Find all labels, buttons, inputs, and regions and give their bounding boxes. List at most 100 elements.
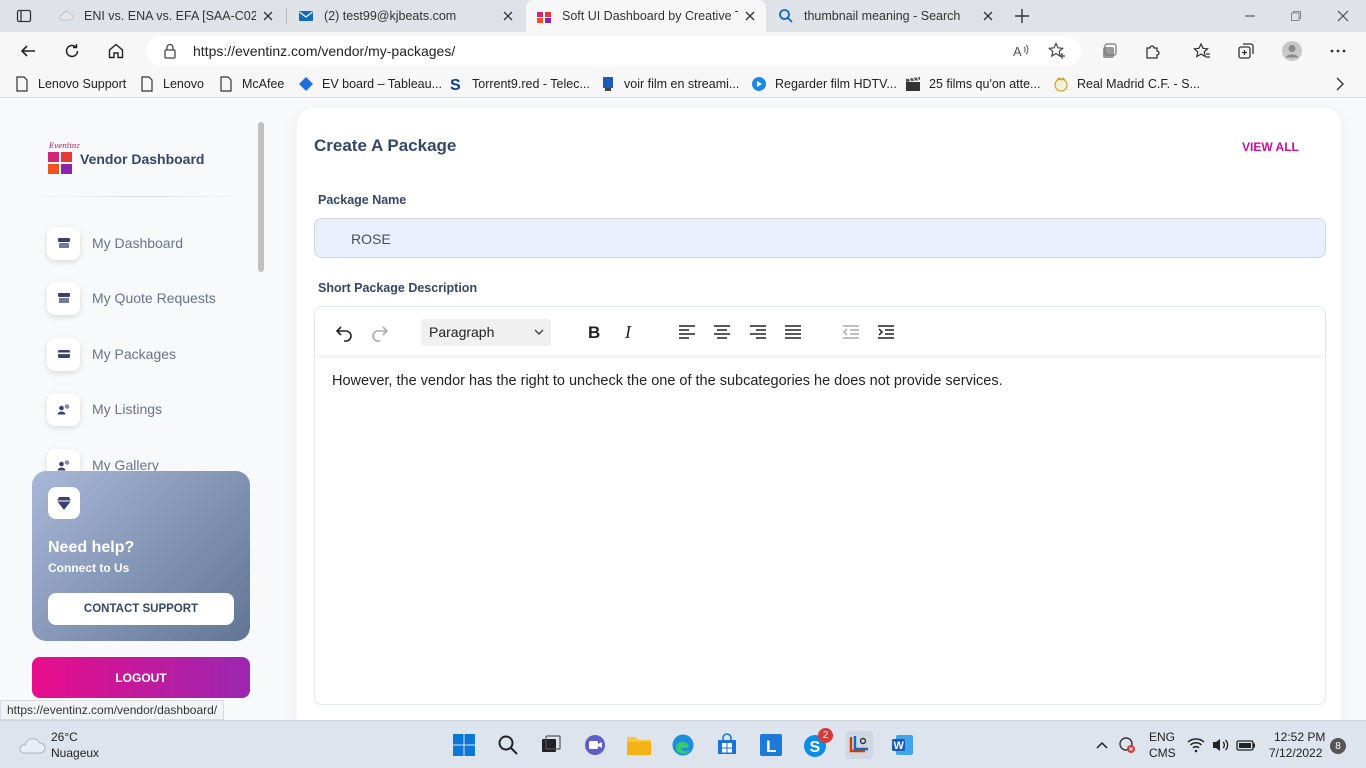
bookmark-ev-board[interactable]: EV board – Tableau... (298, 70, 442, 98)
skype-badge: 2 (818, 728, 833, 743)
contact-support-button[interactable]: CONTACT SUPPORT (48, 593, 234, 625)
close-icon[interactable] (262, 10, 274, 22)
outdent-icon[interactable] (840, 321, 862, 343)
language-indicator[interactable]: ENG (1149, 730, 1175, 744)
bookmark-torrent9[interactable]: S Torrent9.red - Telec... (448, 70, 590, 98)
browser-toolbar: https://eventinz.com/vendor/my-packages/… (0, 32, 1366, 70)
url-text: https://eventinz.com/vendor/my-packages/ (193, 43, 456, 59)
sidebar-item-my-listings[interactable]: My Listings (47, 392, 162, 426)
new-tab-plus-icon[interactable] (1012, 6, 1032, 26)
bold-icon[interactable]: B (583, 321, 605, 343)
back-arrow-icon[interactable] (16, 39, 40, 63)
word-icon[interactable]: W (889, 731, 917, 759)
home-icon[interactable] (104, 39, 128, 63)
rich-text-editor[interactable]: Paragraph B I However, the vendor has th… (314, 306, 1326, 705)
chevron-right-icon[interactable] (1332, 76, 1348, 92)
page-icon (218, 76, 234, 92)
sidebar-scrollbar[interactable] (258, 122, 264, 272)
task-view-icon[interactable] (537, 731, 565, 759)
sidebar-item-my-dashboard[interactable]: My Dashboard (47, 226, 183, 260)
extensions-puzzle-icon[interactable] (1141, 39, 1165, 63)
sidebar-item-label: My Dashboard (92, 235, 184, 251)
brand[interactable]: Eventinz Vendor Dashboard (47, 142, 204, 176)
bookmark-voir-film[interactable]: voir film en streami... (600, 70, 739, 98)
file-explorer-icon[interactable] (625, 731, 653, 759)
svg-text:S: S (810, 739, 821, 756)
sidebar-item-label: My Quote Requests (92, 290, 216, 306)
input-method-indicator[interactable]: CMS (1149, 746, 1176, 760)
indent-icon[interactable] (875, 321, 897, 343)
cloud-favicon-icon (58, 8, 74, 24)
refresh-icon[interactable] (60, 39, 84, 63)
align-center-icon[interactable] (711, 321, 733, 343)
add-favorite-star-icon[interactable] (1048, 42, 1066, 60)
more-menu-icon[interactable] (1326, 39, 1350, 63)
close-icon[interactable] (982, 10, 994, 22)
align-right-icon[interactable] (747, 321, 769, 343)
battery-icon[interactable] (1236, 735, 1256, 755)
tab-outlook-mail[interactable]: (2) test99@kjbeats.com (288, 0, 524, 32)
collections-stack-icon[interactable] (1097, 39, 1121, 63)
redo-icon[interactable] (369, 321, 391, 343)
lock-icon[interactable] (163, 43, 177, 59)
eventinz-logo-icon: Eventinz (47, 142, 80, 176)
window-close-icon[interactable] (1333, 8, 1353, 24)
undo-icon[interactable] (333, 321, 355, 343)
bookmark-lenovo-support[interactable]: Lenovo Support (14, 70, 126, 98)
security-status-icon[interactable] (1117, 735, 1137, 755)
logout-button[interactable]: LOGOUT (32, 657, 250, 698)
bookmark-label: Lenovo (163, 77, 205, 91)
bookmark-label: voir film en streami... (624, 77, 740, 91)
bookmark-mcafee[interactable]: McAfee (218, 70, 284, 98)
address-bar[interactable]: https://eventinz.com/vendor/my-packages/… (146, 36, 1081, 66)
tab-actions-icon[interactable] (16, 8, 32, 24)
teams-chat-icon[interactable] (581, 731, 609, 759)
clock-time[interactable]: 12:52 PM (1274, 730, 1325, 744)
read-aloud-icon[interactable]: A (1012, 42, 1030, 60)
profile-avatar-icon[interactable] (1280, 39, 1304, 63)
sidebar: Eventinz Vendor Dashboard My Dashboard M… (0, 98, 265, 720)
package-name-input[interactable]: ROSE (314, 218, 1326, 258)
edge-browser-icon[interactable] (669, 731, 697, 759)
l-app-icon[interactable]: L (757, 731, 785, 759)
package-name-label: Package Name (318, 193, 407, 207)
close-icon[interactable] (744, 10, 756, 22)
bookmark-25-films[interactable]: 25 films qu'on atte... (905, 70, 1040, 98)
tab-label: thumbnail meaning - Search (804, 9, 961, 23)
italic-icon[interactable]: I (618, 321, 640, 343)
restore-icon[interactable] (1286, 8, 1306, 24)
volume-icon[interactable] (1211, 735, 1231, 755)
sidebar-item-my-packages[interactable]: My Packages (47, 337, 176, 371)
weather-description[interactable]: Nuageux (51, 746, 99, 760)
clock-date[interactable]: 7/12/2022 (1269, 746, 1322, 760)
sidebar-item-my-quote-requests[interactable]: My Quote Requests (47, 281, 216, 315)
chevron-up-icon[interactable] (1094, 737, 1110, 753)
tab-bing-search[interactable]: thumbnail meaning - Search (768, 0, 1004, 32)
bookmark-regarder-film[interactable]: Regarder film HDTV... (751, 70, 897, 98)
weather-cloud-icon[interactable] (16, 733, 46, 757)
svg-text:I: I (624, 322, 632, 342)
snipping-tool-icon[interactable] (845, 731, 873, 759)
weather-temp[interactable]: 26°C (51, 730, 78, 744)
windows-start-icon[interactable] (450, 731, 478, 759)
chevron-down-icon (533, 326, 545, 338)
align-left-icon[interactable] (676, 321, 698, 343)
block-format-select[interactable]: Paragraph (421, 319, 551, 346)
minimize-icon[interactable] (1240, 8, 1260, 24)
microsoft-store-icon[interactable] (713, 731, 741, 759)
wifi-icon[interactable] (1186, 735, 1206, 755)
bookmark-lenovo[interactable]: Lenovo (139, 70, 204, 98)
favorites-star-icon[interactable] (1190, 39, 1214, 63)
tab-eni-ena-efa[interactable]: ENI vs. ENA vs. EFA [SAA-C02] - A (48, 0, 284, 32)
editor-content[interactable]: However, the vendor has the right to unc… (332, 373, 1003, 389)
align-justify-icon[interactable] (782, 321, 804, 343)
notification-badge[interactable]: 8 (1330, 738, 1346, 754)
tab-soft-ui-dashboard[interactable]: Soft UI Dashboard by Creative Ti (526, 0, 766, 32)
bookmark-real-madrid[interactable]: Real Madrid C.F. - S... (1053, 70, 1200, 98)
search-icon[interactable] (494, 731, 522, 759)
collections-icon[interactable] (1234, 39, 1258, 63)
view-all-link[interactable]: VIEW ALL (1242, 140, 1299, 154)
bookmark-label: McAfee (242, 77, 285, 91)
close-icon[interactable] (502, 10, 514, 22)
svg-text:A: A (1013, 44, 1022, 59)
